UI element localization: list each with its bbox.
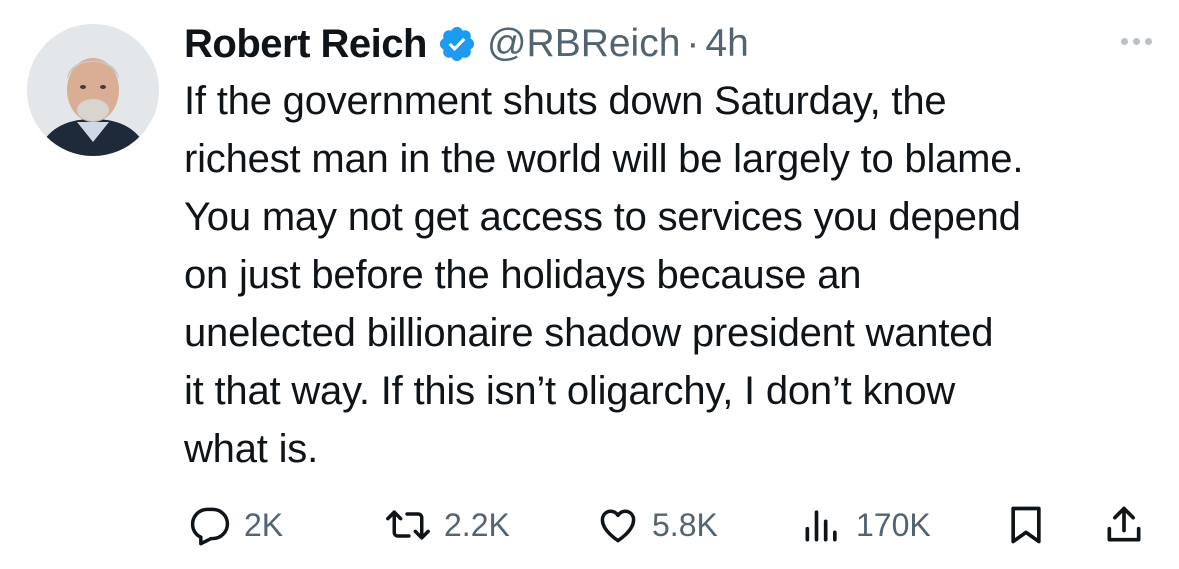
tweet-header: Robert Reich @RBReich · 4h xyxy=(184,14,749,74)
views-count: 170K xyxy=(856,506,931,543)
bookmark-button[interactable] xyxy=(1004,496,1048,554)
share-icon xyxy=(1102,503,1146,547)
tweet-text-line: richest man in the world will be largely… xyxy=(184,137,1024,181)
action-bar: 2K 2.2K 5.8K 170K xyxy=(184,496,1146,554)
tweet-text-line: on just before the holidays because an xyxy=(184,253,862,297)
timestamp[interactable]: 4h xyxy=(705,22,748,66)
tweet-text-line: If the government shuts down Saturday, t… xyxy=(184,79,947,123)
reply-count: 2K xyxy=(244,506,284,543)
tweet-text: If the government shuts down Saturday, t… xyxy=(184,72,1164,478)
separator-dot: · xyxy=(686,22,700,65)
reply-button[interactable]: 2K xyxy=(188,496,283,554)
verified-badge-icon[interactable] xyxy=(437,24,477,64)
tweet-text-line: what is. xyxy=(184,427,319,471)
heart-icon xyxy=(596,503,640,547)
more-icon[interactable] xyxy=(1121,38,1152,45)
avatar[interactable] xyxy=(27,24,159,156)
tweet-text-line: it that way. If this isn’t oligarchy, I … xyxy=(184,369,956,413)
repost-button[interactable]: 2.2K xyxy=(384,496,510,554)
like-count: 5.8K xyxy=(652,506,718,543)
repost-icon xyxy=(384,503,432,547)
reply-icon xyxy=(188,503,232,547)
bookmark-icon xyxy=(1004,503,1048,547)
tweet-text-line: unelected billionaire shadow president w… xyxy=(184,311,994,355)
display-name[interactable]: Robert Reich xyxy=(184,22,427,67)
tweet: Robert Reich @RBReich · 4h If the govern… xyxy=(0,0,1179,569)
tweet-text-line: You may not get access to services you d… xyxy=(184,195,1021,239)
like-button[interactable]: 5.8K xyxy=(596,496,718,554)
repost-count: 2.2K xyxy=(444,506,510,543)
handle[interactable]: @RBReich xyxy=(487,22,680,66)
share-button[interactable] xyxy=(1102,496,1146,554)
views-button[interactable]: 170K xyxy=(800,496,931,554)
views-chart-icon xyxy=(800,503,844,547)
